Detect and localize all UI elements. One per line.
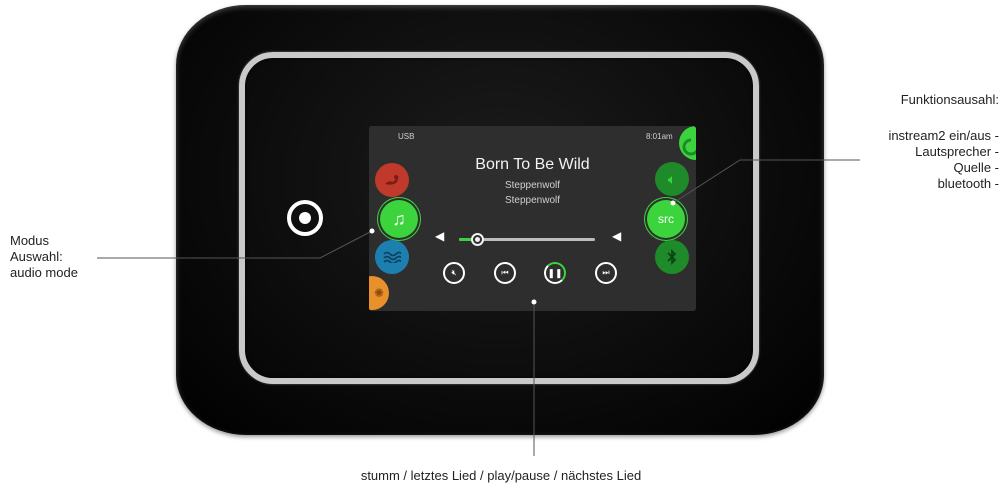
annotation-mode-select: Modus Auswahl: audio mode [10, 233, 78, 281]
bottom-leader-dot [531, 299, 537, 305]
annotation-right-item: Quelle - [953, 160, 999, 175]
left-leader-dot [369, 228, 375, 234]
annotation-playback: stumm / letztes Lied / play/pause / näch… [360, 468, 642, 483]
annotation-left-line-3: audio mode [10, 265, 78, 280]
annotation-functions: Funktionsausahl: instream2 ein/aus - Lau… [888, 92, 999, 192]
annotation-right-item: bluetooth - [937, 176, 999, 191]
right-leader-line [672, 159, 860, 204]
annotation-right-title: Funktionsausahl: [900, 92, 999, 107]
annotation-right-item: Lautsprecher - [915, 144, 999, 159]
right-leader-dot [670, 200, 676, 206]
left-leader-line [97, 230, 373, 259]
annotation-right-item: instream2 ein/aus - [888, 128, 999, 143]
annotation-left-line-1: Modus [10, 233, 50, 248]
annotation-left-line-2: Auswahl: [10, 249, 63, 264]
annotation-leader-lines [97, 159, 860, 456]
